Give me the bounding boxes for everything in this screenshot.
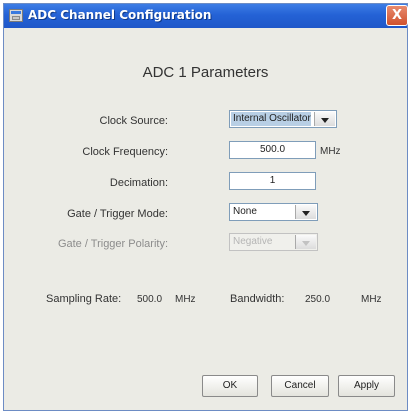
sampling-rate-label: Sampling Rate: [46, 293, 122, 305]
window-title: ADC Channel Configuration [28, 8, 212, 22]
bandwidth-value: 250.0 [305, 294, 331, 305]
gate-trigger-mode-label: Gate / Trigger Mode: [67, 208, 168, 220]
clock-source-select[interactable]: Internal Oscillator [229, 110, 337, 128]
ok-button[interactable]: OK [202, 375, 258, 397]
decimation-input[interactable]: 1 [229, 172, 316, 190]
bandwidth-unit: MHz [361, 294, 382, 305]
clock-source-label: Clock Source: [99, 115, 168, 127]
close-button[interactable]: X [386, 5, 408, 26]
clock-frequency-unit: MHz [320, 146, 341, 157]
decimation-label: Decimation: [109, 177, 168, 189]
gate-trigger-polarity-value: Negative [233, 236, 273, 247]
clock-frequency-input[interactable]: 500.0 [229, 141, 316, 159]
bandwidth-label: Bandwidth: [230, 293, 285, 305]
adc-config-dialog: ADC Channel Configuration X ADC 1 Parame… [3, 3, 408, 411]
chevron-down-icon [295, 235, 316, 249]
chevron-down-icon[interactable] [314, 112, 335, 126]
gate-trigger-polarity-label: Gate / Trigger Polarity: [57, 238, 168, 250]
cancel-button[interactable]: Cancel [271, 375, 329, 397]
clock-frequency-label: Clock Frequency: [82, 146, 168, 158]
gate-trigger-mode-select[interactable]: None [229, 203, 318, 221]
clock-source-value: Internal Oscillator [231, 112, 311, 126]
gate-trigger-mode-value: None [233, 206, 257, 217]
sampling-rate-value: 500.0 [137, 294, 163, 305]
apply-button[interactable]: Apply [338, 375, 395, 397]
chevron-down-icon[interactable] [295, 205, 316, 219]
gate-trigger-polarity-select: Negative [229, 233, 318, 251]
panel-heading: ADC 1 Parameters [142, 64, 269, 81]
sampling-rate-unit: MHz [175, 294, 196, 305]
app-window-icon [9, 9, 23, 22]
title-bar[interactable]: ADC Channel Configuration X [4, 4, 408, 28]
